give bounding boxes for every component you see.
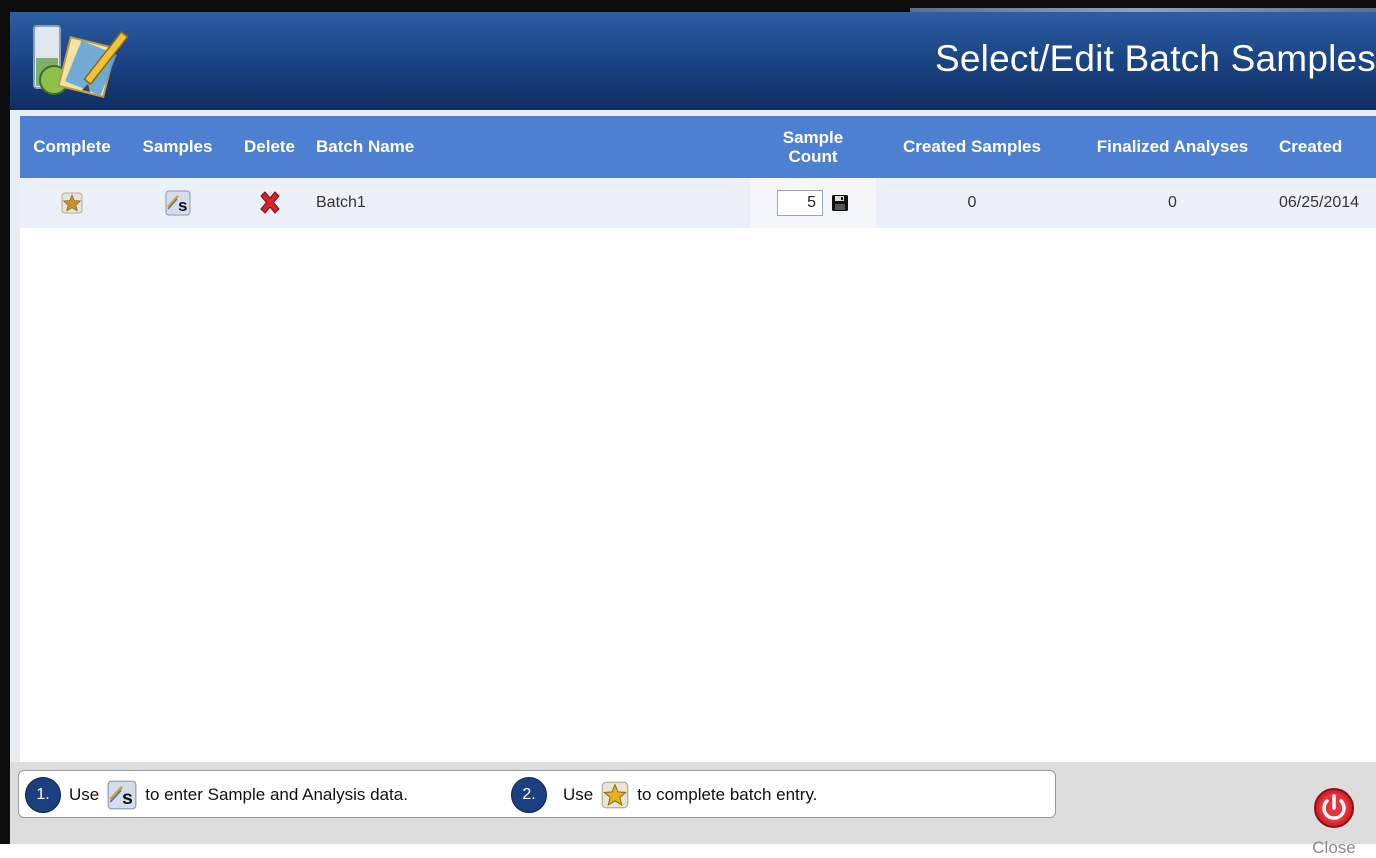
header-finalized-analyses[interactable]: Finalized Analyses	[1068, 116, 1277, 178]
screen: Select/Edit Batch Samples Complete Sampl…	[0, 0, 1376, 857]
header-sample-count-line1: Sample	[782, 128, 844, 147]
star-icon[interactable]	[61, 192, 83, 214]
svg-text:s: s	[178, 196, 187, 215]
header-created[interactable]: Created	[1277, 116, 1376, 178]
footer-bar: 1. Use s to enter Sample and Analysis da…	[10, 762, 1376, 857]
samples-cell: s	[124, 178, 231, 228]
svg-text:s: s	[122, 787, 133, 809]
header-batch-name[interactable]: Batch Name	[308, 116, 750, 178]
lab-logo-icon	[33, 25, 129, 99]
power-icon	[1314, 788, 1354, 828]
delete-cell	[231, 178, 308, 228]
complete-cell	[20, 178, 124, 228]
header-sample-count[interactable]: Sample Count	[750, 116, 876, 178]
table-header-row: Complete Samples Delete Batch Name Sampl…	[20, 116, 1376, 178]
finalized-analyses-cell: 0	[1068, 178, 1277, 228]
header-complete[interactable]: Complete	[20, 116, 124, 178]
table-row: s Batch1 5 0 0 06/25/2014	[20, 178, 1376, 228]
created-samples-cell: 0	[876, 178, 1068, 228]
window-title: Select/Edit Batch Samples	[935, 38, 1376, 79]
star-icon	[601, 781, 629, 809]
close-button[interactable]: Close	[1306, 786, 1362, 857]
header-delete[interactable]: Delete	[231, 116, 308, 178]
header-created-samples[interactable]: Created Samples	[876, 116, 1068, 178]
frame-top-border	[0, 0, 1376, 12]
sample-count-cell	[750, 178, 876, 228]
instructions-box: 1. Use s to enter Sample and Analysis da…	[18, 770, 1056, 818]
step-2-badge: 2.	[511, 777, 547, 813]
step-1-text: to enter Sample and Analysis data.	[145, 785, 408, 804]
step-2-text: to complete batch entry.	[637, 785, 818, 804]
header-sample-count-line2: Count	[788, 147, 838, 166]
sample-edit-icon: s	[107, 780, 137, 810]
sample-count-input[interactable]	[777, 190, 823, 216]
instruction-step-2: 2. Use to complete batch entry.	[511, 777, 817, 813]
frame-left-border	[0, 0, 10, 844]
created-date-cell: 06/25/2014	[1277, 178, 1376, 228]
floppy-disk-icon[interactable]	[831, 194, 849, 212]
step-1-badge: 1.	[25, 777, 61, 813]
close-label: Close	[1312, 838, 1356, 857]
step-2-prefix: Use	[563, 785, 594, 804]
batch-samples-window: Select/Edit Batch Samples Complete Sampl…	[10, 12, 1376, 857]
red-x-icon[interactable]	[257, 190, 283, 216]
instruction-step-1: 1. Use s to enter Sample and Analysis da…	[25, 777, 408, 813]
batch-table: Complete Samples Delete Batch Name Sampl…	[20, 116, 1376, 228]
title-bar: Select/Edit Batch Samples	[10, 12, 1376, 110]
step-1-prefix: Use	[69, 785, 100, 804]
header-samples[interactable]: Samples	[124, 116, 231, 178]
sample-edit-icon[interactable]: s	[165, 190, 191, 216]
batch-table-area: Complete Samples Delete Batch Name Sampl…	[20, 116, 1376, 762]
batch-name-cell: Batch1	[308, 178, 750, 228]
